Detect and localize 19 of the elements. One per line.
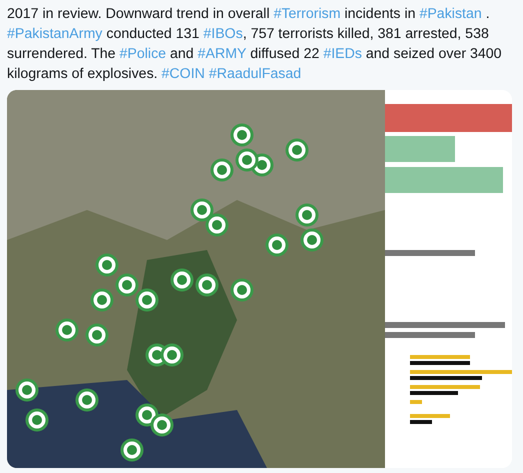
hashtag-link[interactable]: #ARMY: [198, 46, 246, 62]
hashtag-link[interactable]: #Pakistan: [419, 6, 482, 22]
hashtag-link[interactable]: #Terrorism: [274, 6, 341, 22]
chart-bar: [410, 400, 422, 404]
chart-bar: [410, 376, 482, 380]
hashtag-link[interactable]: #Police: [120, 46, 166, 62]
chart-bar: [410, 414, 450, 418]
chart-bar: [410, 385, 480, 389]
hashtag-link[interactable]: #IBOs: [203, 26, 243, 42]
chart-bar: [385, 136, 455, 162]
chart-bar: [410, 355, 470, 359]
hashtag-link[interactable]: #IEDs: [323, 46, 362, 62]
hashtag-link[interactable]: #PakistanArmy: [7, 26, 102, 42]
hashtag-link[interactable]: #RaadulFasad: [208, 66, 302, 82]
hashtag-link[interactable]: #COIN: [162, 66, 205, 82]
chart-bar: [410, 391, 458, 395]
chart-bar: [410, 361, 470, 365]
tweet-text: 2017 in review. Downward trend in overall #Terrorism incidents in #Pakistan . #PakistanArmy conducted 131 #IBOs, 757 terrorists killed, 381 arrested, 538 surrendered. The #Police and #ARMY diffused 22 #IEDs and seized over 3400 kilograms of explosives. #COIN #RaadulFasad: [7, 5, 503, 84]
chart-bar: [410, 420, 432, 424]
